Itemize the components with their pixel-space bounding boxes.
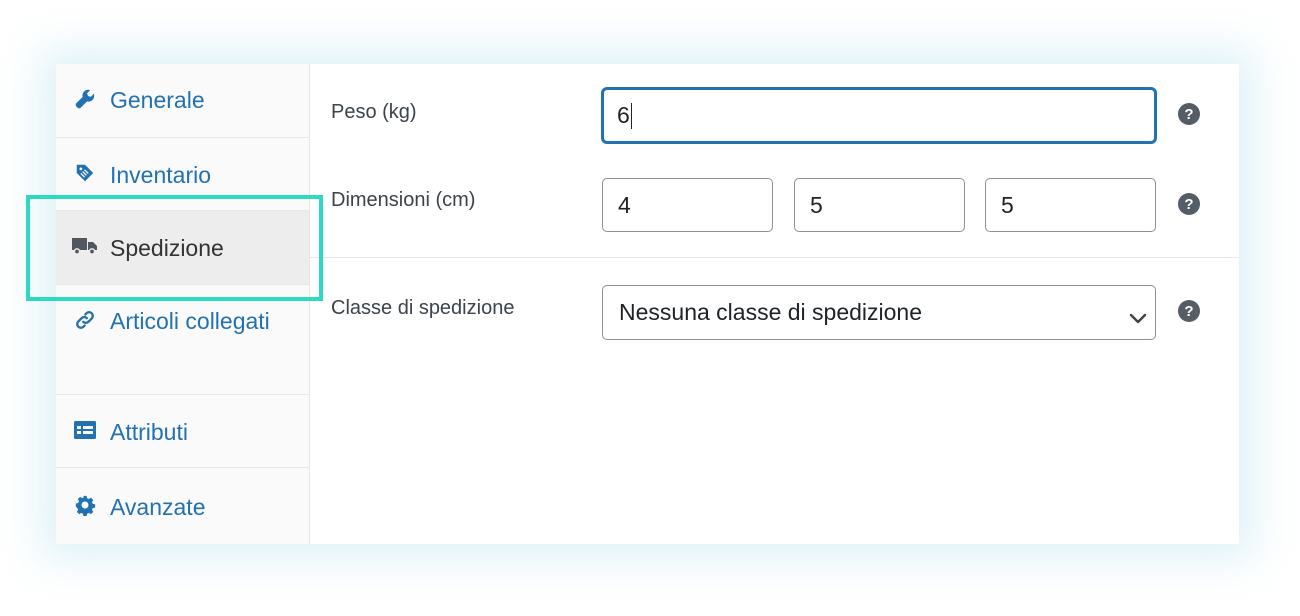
list-icon bbox=[72, 417, 98, 443]
chevron-down-icon bbox=[1129, 304, 1147, 324]
weight-input[interactable]: 6 bbox=[602, 88, 1156, 143]
tab-label: Avanzate bbox=[110, 494, 206, 520]
truck-icon bbox=[72, 233, 98, 259]
shipping-class-value: Nessuna classe di spedizione bbox=[619, 299, 923, 325]
tab-label: Generale bbox=[110, 87, 205, 113]
height-input[interactable]: 5 bbox=[985, 178, 1156, 232]
help-icon[interactable]: ? bbox=[1178, 193, 1200, 215]
weight-value: 6 bbox=[617, 102, 630, 128]
shipping-options: Peso (kg) 6 ? Dimensioni (cm) 4 5 5 ? Cl… bbox=[310, 64, 1239, 544]
help-icon[interactable]: ? bbox=[1178, 103, 1200, 125]
section-divider bbox=[310, 257, 1239, 258]
help-icon[interactable]: ? bbox=[1178, 300, 1200, 322]
tab-label: Articoli collegati bbox=[110, 308, 270, 334]
shipping-class-label: Classe di spedizione bbox=[331, 297, 515, 319]
tag-icon bbox=[72, 160, 98, 186]
tab-articoli-collegati[interactable]: Articoli collegati bbox=[56, 285, 309, 395]
gear-icon bbox=[72, 492, 98, 518]
tab-attributi[interactable]: Attributi bbox=[56, 395, 309, 468]
product-data-panel: Generale Inventario Spedizione Articoli … bbox=[56, 64, 1239, 544]
shipping-class-select[interactable]: Nessuna classe di spedizione bbox=[602, 285, 1156, 340]
tab-label: Inventario bbox=[110, 162, 212, 188]
tab-generale[interactable]: Generale bbox=[56, 64, 309, 138]
tab-spedizione[interactable]: Spedizione bbox=[56, 211, 309, 285]
tab-label: Attributi bbox=[110, 419, 188, 445]
product-data-tabs: Generale Inventario Spedizione Articoli … bbox=[56, 64, 310, 544]
tab-label: Spedizione bbox=[110, 235, 224, 261]
dimensions-label: Dimensioni (cm) bbox=[331, 189, 476, 211]
tab-avanzate[interactable]: Avanzate bbox=[56, 468, 309, 544]
tab-inventario[interactable]: Inventario bbox=[56, 138, 309, 211]
weight-label: Peso (kg) bbox=[331, 101, 417, 123]
length-input[interactable]: 4 bbox=[602, 178, 773, 232]
width-input[interactable]: 5 bbox=[794, 178, 965, 232]
wrench-icon bbox=[72, 86, 98, 112]
text-caret bbox=[630, 102, 632, 129]
